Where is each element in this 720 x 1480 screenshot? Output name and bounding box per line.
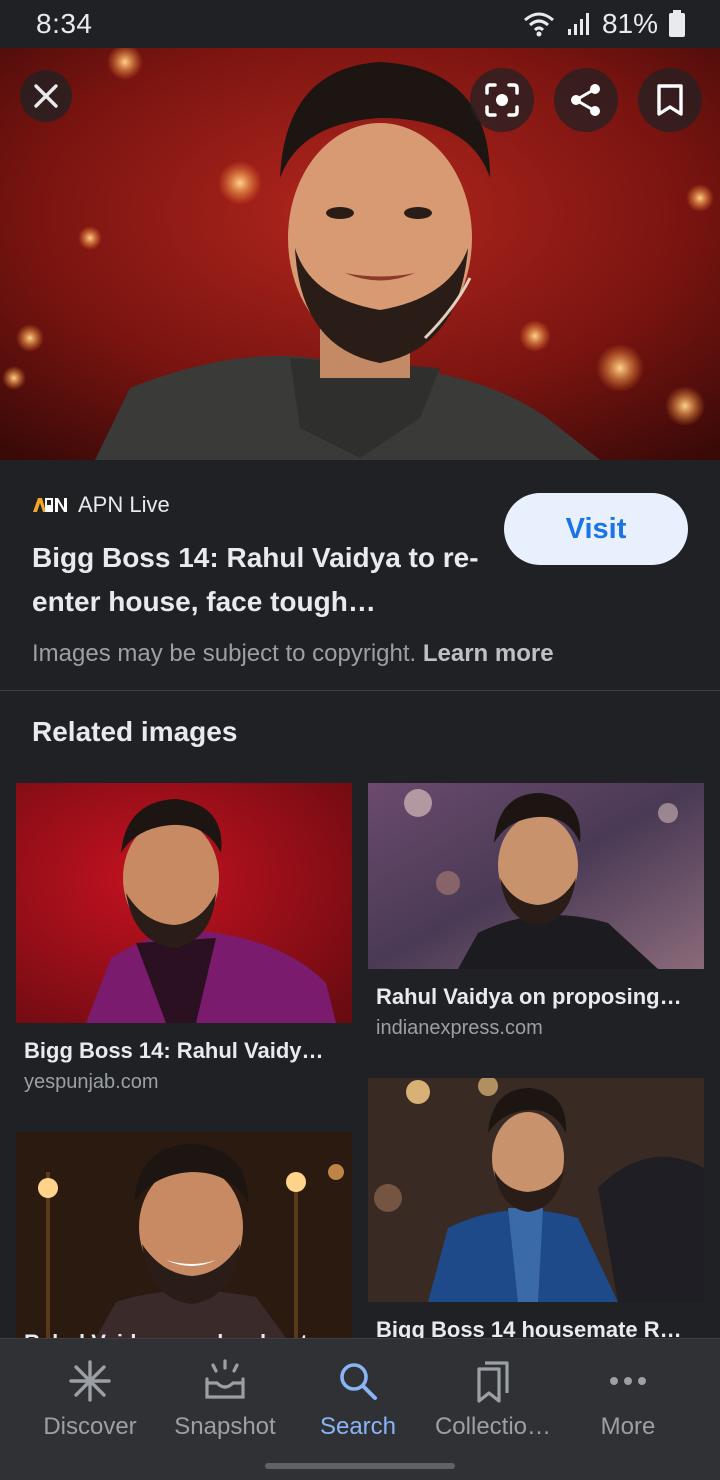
source-name: APN Live	[78, 492, 170, 517]
related-photo-4	[368, 1078, 704, 1302]
share-button[interactable]	[554, 68, 618, 132]
source-row[interactable]: APN Live	[32, 492, 170, 518]
related-image-3[interactable]	[16, 1132, 352, 1338]
source-logo-icon	[33, 498, 67, 512]
copyright-text: Images may be subject to copyright.	[32, 640, 417, 667]
related-image-1[interactable]	[16, 783, 352, 1023]
gesture-handle[interactable]	[265, 1463, 455, 1469]
related-title-1[interactable]: Bigg Boss 14: Rahul Vaidy…	[24, 1038, 344, 1064]
status-bar: 8:34 81%	[0, 0, 720, 48]
related-image-2[interactable]	[368, 783, 704, 969]
bottom-navigation: Discover Snapshot Search Collectio… More	[0, 1338, 720, 1480]
nav-more[interactable]: More	[558, 1357, 698, 1441]
battery-text: 81%	[601, 8, 658, 39]
lens-icon	[485, 83, 519, 117]
related-title-2[interactable]: Rahul Vaidya on proposing…	[376, 984, 696, 1010]
bookmark-icon	[657, 84, 683, 116]
nav-discover[interactable]: Discover	[20, 1357, 160, 1441]
share-icon	[571, 84, 600, 116]
visit-button[interactable]: Visit	[504, 493, 688, 565]
more-icon	[608, 1357, 648, 1405]
nav-search[interactable]: Search	[288, 1357, 428, 1441]
nav-label-snapshot: Snapshot	[174, 1413, 276, 1440]
status-icons: 81%	[522, 8, 686, 40]
battery-icon	[668, 10, 686, 38]
nav-label-search: Search	[319, 1413, 397, 1440]
related-photo-2	[368, 783, 704, 969]
nav-collections[interactable]: Collectio…	[423, 1357, 563, 1441]
signal-icon	[566, 11, 592, 37]
snapshot-icon	[203, 1357, 247, 1405]
close-icon	[34, 84, 58, 108]
lens-button[interactable]	[470, 68, 534, 132]
result-title[interactable]: Bigg Boss 14: Rahul Vaidya to re-enter h…	[32, 536, 482, 624]
related-source-1: yespunjab.com	[24, 1071, 159, 1093]
discover-icon	[68, 1357, 112, 1405]
hero-image[interactable]	[0, 48, 720, 460]
learn-more-link[interactable]: Learn more	[423, 640, 554, 667]
status-time: 8:34	[36, 8, 93, 39]
result-info: APN Live Visit Bigg Boss 14: Rahul Vaidy…	[0, 460, 720, 690]
nav-label-collections: Collectio…	[434, 1413, 552, 1440]
related-images-heading: Related images	[32, 716, 238, 747]
nav-snapshot[interactable]: Snapshot	[155, 1357, 295, 1441]
search-icon	[338, 1357, 378, 1405]
divider	[0, 690, 720, 691]
nav-label-discover: Discover	[43, 1413, 137, 1440]
related-image-4[interactable]	[368, 1078, 704, 1302]
related-photo-1	[16, 783, 352, 1023]
related-photo-3	[16, 1132, 352, 1338]
collections-icon	[473, 1357, 513, 1405]
nav-label-more: More	[600, 1413, 656, 1440]
close-button[interactable]	[20, 70, 72, 122]
related-source-2: indianexpress.com	[376, 1017, 543, 1039]
bookmark-button[interactable]	[638, 68, 702, 132]
wifi-icon	[522, 11, 556, 37]
copyright-notice: Images may be subject to copyright. Lear…	[32, 640, 554, 668]
